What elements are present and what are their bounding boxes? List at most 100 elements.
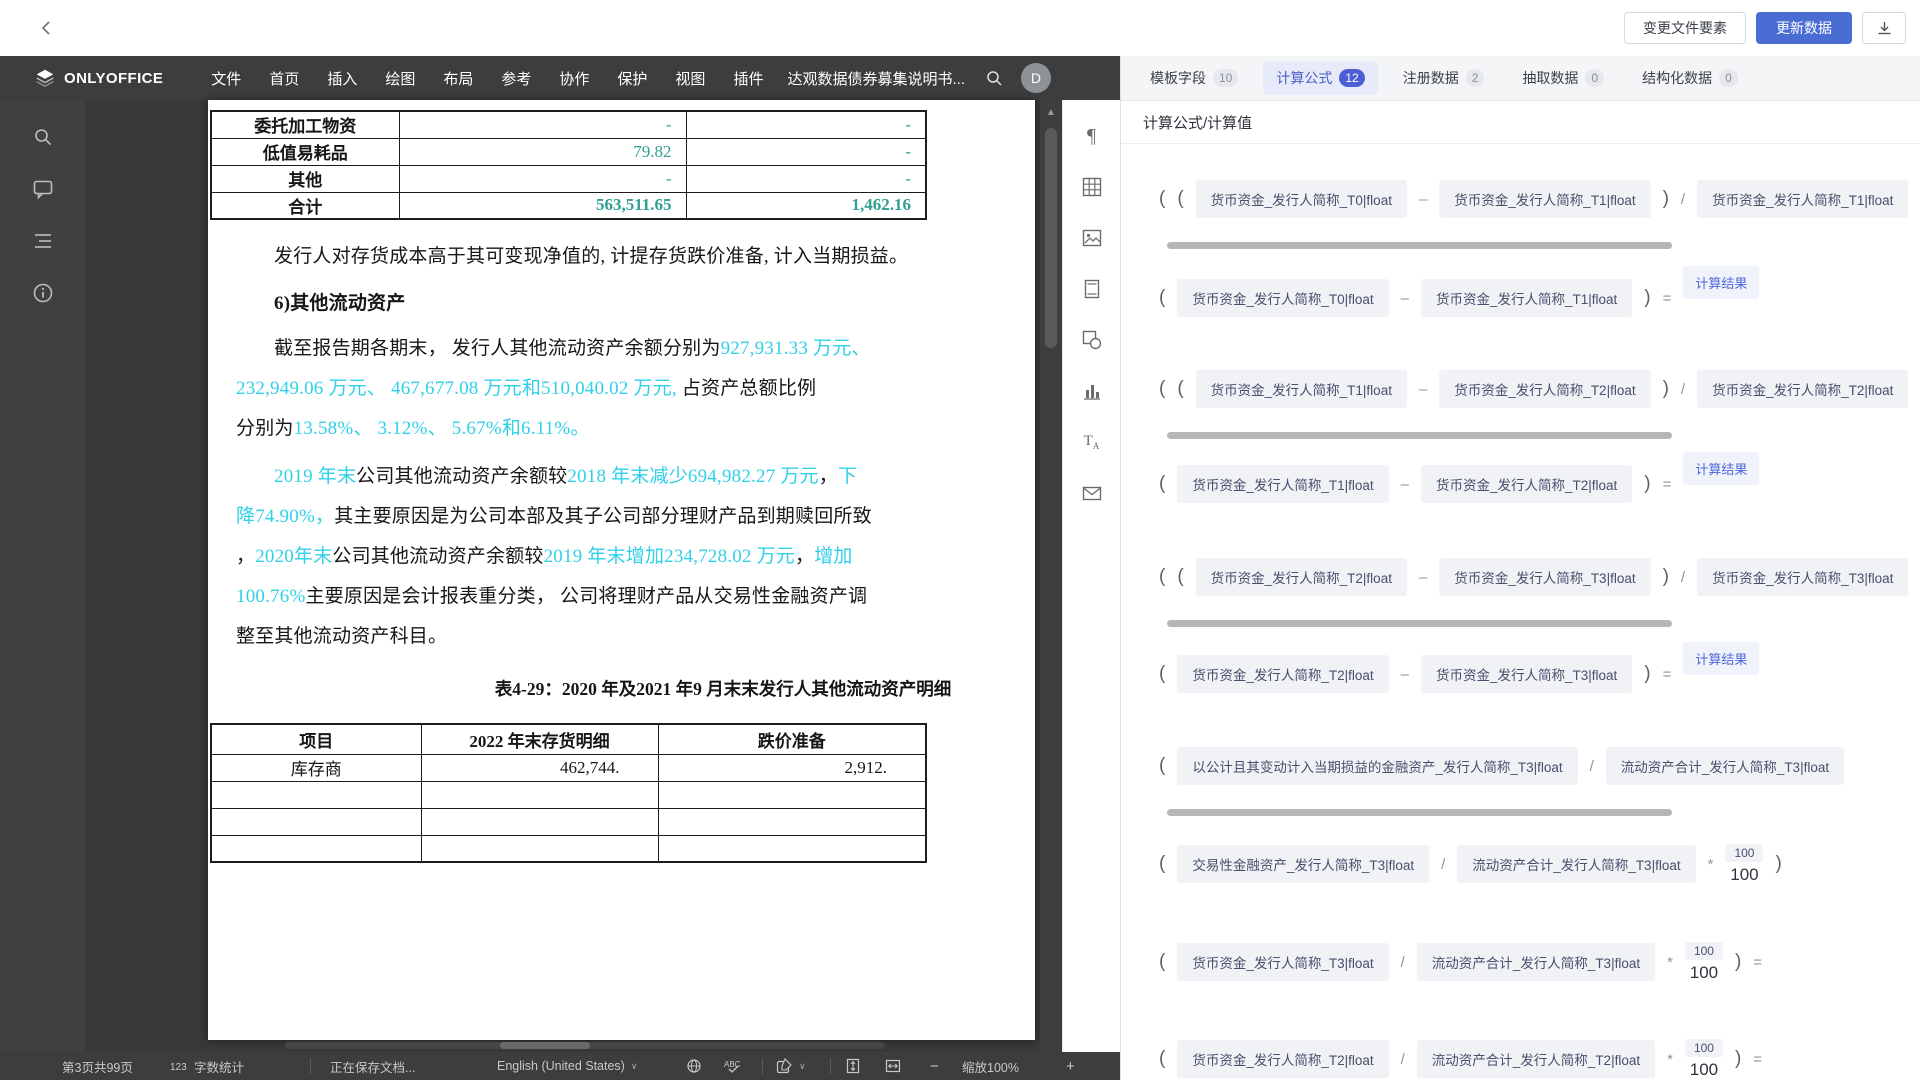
download-button[interactable]: [1862, 12, 1906, 44]
scroll-up-arrow-icon[interactable]: ▲: [1040, 102, 1062, 122]
horizontal-scrollbar-thumb[interactable]: [500, 1042, 590, 1049]
fraction-numerator-chip[interactable]: 100: [1685, 942, 1723, 960]
user-avatar[interactable]: D: [1021, 63, 1051, 93]
back-button[interactable]: [34, 15, 60, 41]
document-language-button[interactable]: [686, 1052, 702, 1080]
textart-settings-icon[interactable]: TA: [1080, 430, 1104, 454]
comments-icon[interactable]: [32, 178, 54, 200]
menu-tab[interactable]: 保护: [603, 56, 661, 100]
formula-field-chip[interactable]: 货币资金_发行人简称_T0|float: [1196, 180, 1407, 218]
document-title-tab[interactable]: 达观数据债券募集说明书...: [777, 56, 975, 100]
menu-tab[interactable]: 布局: [429, 56, 487, 100]
formula-field-chip[interactable]: 货币资金_发行人简称_T1|float: [1196, 370, 1407, 408]
formula-horizontal-scrollbar[interactable]: [1167, 242, 1672, 249]
mailmerge-settings-icon[interactable]: [1080, 481, 1104, 505]
panel-tab[interactable]: 结构化数据0: [1629, 61, 1751, 95]
track-changes-button[interactable]: ∨: [776, 1052, 806, 1080]
menu-tab[interactable]: 绘图: [371, 56, 429, 100]
formula-field-chip[interactable]: 货币资金_发行人简称_T3|float: [1439, 558, 1650, 596]
search-button[interactable]: [985, 69, 1003, 87]
vertical-scrollbar-thumb[interactable]: [1045, 128, 1057, 348]
table-cell: 2,912.: [658, 754, 926, 781]
navigation-icon[interactable]: [32, 230, 54, 252]
text-segment: ，: [236, 546, 255, 567]
panel-tab[interactable]: 计算公式12: [1263, 61, 1377, 95]
horizontal-scrollbar[interactable]: [285, 1042, 885, 1049]
formula-horizontal-scrollbar[interactable]: [1167, 620, 1672, 627]
table-row: 合计563,511.651,462.16: [211, 192, 926, 219]
formula-horizontal-scrollbar[interactable]: [1167, 809, 1672, 816]
panel-tab[interactable]: 模板字段10: [1137, 61, 1251, 95]
menu-tab[interactable]: 参考: [487, 56, 545, 100]
formula-field-chip[interactable]: 交易性金融资产_发行人简称_T3|float: [1177, 845, 1429, 883]
formula-field-chip[interactable]: 货币资金_发行人简称_T2|float: [1697, 370, 1908, 408]
change-doc-elements-button[interactable]: 变更文件要素: [1624, 12, 1746, 44]
text-segment: 13.58%、 3.12%、 5.67%和6.11%。: [294, 418, 590, 439]
panel-tab[interactable]: 抽取数据0: [1509, 61, 1617, 95]
menu-tab[interactable]: 视图: [661, 56, 719, 100]
text-segment: 降74.90%，: [236, 506, 334, 527]
spellcheck-button[interactable]: ABC: [724, 1052, 744, 1080]
formula-field-chip[interactable]: 流动资产合计_发行人简称_T3|float: [1417, 943, 1655, 981]
vertical-scrollbar[interactable]: ▲: [1040, 100, 1062, 1052]
formula-field-chip[interactable]: 货币资金_发行人简称_T3|float: [1697, 558, 1908, 596]
formula-field-chip[interactable]: 流动资产合计_发行人简称_T3|float: [1606, 747, 1844, 785]
menu-tab[interactable]: 协作: [545, 56, 603, 100]
menu-tab[interactable]: 插件: [719, 56, 777, 100]
page-number-indicator[interactable]: 第3页共99页: [62, 1052, 133, 1080]
formula-field-chip[interactable]: 货币资金_发行人简称_T1|float: [1177, 465, 1388, 503]
menu-tab[interactable]: 首页: [255, 56, 313, 100]
formula-result-chip[interactable]: 计算结果: [1683, 266, 1759, 299]
menu-tab[interactable]: 插入: [313, 56, 371, 100]
table-cell: [658, 781, 926, 808]
fit-page-button[interactable]: [845, 1052, 861, 1080]
language-selector[interactable]: English (United States)∨: [497, 1052, 637, 1080]
shape-settings-icon[interactable]: [1080, 328, 1104, 352]
text-segment: 发行人对存货成本高于其可变现净值的, 计提存货跌价准备, 计入当期损益。: [274, 246, 908, 267]
zoom-in-button[interactable]: +: [1066, 1052, 1075, 1080]
formula-field-chip[interactable]: 货币资金_发行人简称_T2|float: [1421, 465, 1632, 503]
about-icon[interactable]: [32, 282, 54, 304]
globe-icon: [686, 1058, 702, 1074]
formula-field-chip[interactable]: 货币资金_发行人简称_T3|float: [1421, 655, 1632, 693]
panel-tab[interactable]: 注册数据2: [1390, 61, 1498, 95]
formula-horizontal-scrollbar[interactable]: [1167, 432, 1672, 439]
formula-result-chip[interactable]: 计算结果: [1683, 642, 1759, 675]
formula-field-chip[interactable]: 货币资金_发行人简称_T0|float: [1177, 279, 1388, 317]
document-text-line: 截至报告期各期末， 发行人其他流动资产余额分别为927,931.33 万元、: [236, 329, 938, 369]
update-data-button[interactable]: 更新数据: [1756, 12, 1852, 44]
document-page[interactable]: 委托加工物资--低值易耗品79.82-其他--合计563,511.651,462…: [208, 100, 1035, 1040]
headerfooter-settings-icon[interactable]: [1080, 277, 1104, 301]
table-settings-icon[interactable]: [1080, 175, 1104, 199]
formula-field-chip[interactable]: 货币资金_发行人简称_T2|float: [1439, 370, 1650, 408]
formula-field-chip[interactable]: 流动资产合计_发行人简称_T3|float: [1457, 845, 1695, 883]
panel-tab-count-badge: 0: [1719, 69, 1738, 87]
formula-result-chip[interactable]: 计算结果: [1683, 452, 1759, 485]
formula-field-chip[interactable]: 货币资金_发行人简称_T1|float: [1421, 279, 1632, 317]
formula-field-chip[interactable]: 流动资产合计_发行人简称_T2|float: [1417, 1040, 1655, 1078]
formula-field-chip[interactable]: 货币资金_发行人简称_T2|float: [1196, 558, 1407, 596]
formula-field-chip[interactable]: 以公计且其变动计入当期损益的金融资产_发行人简称_T3|float: [1177, 747, 1577, 785]
search-icon[interactable]: [32, 126, 54, 148]
formula-operator: =: [1753, 954, 1762, 971]
zoom-level-indicator[interactable]: 缩放100%: [962, 1052, 1019, 1080]
formula-field-chip[interactable]: 货币资金_发行人简称_T2|float: [1177, 1040, 1388, 1078]
zoom-out-button[interactable]: −: [930, 1052, 939, 1080]
formula-field-chip[interactable]: 货币资金_发行人简称_T1|float: [1697, 180, 1908, 218]
chart-settings-icon[interactable]: [1080, 379, 1104, 403]
table-row: 库存商462,744.2,912.: [211, 754, 926, 781]
fraction-numerator-chip[interactable]: 100: [1725, 844, 1763, 862]
formula-field-chip[interactable]: 货币资金_发行人简称_T3|float: [1177, 943, 1388, 981]
formula-field-chip[interactable]: 货币资金_发行人简称_T2|float: [1177, 655, 1388, 693]
paragraph-settings-icon[interactable]: ¶: [1080, 124, 1104, 148]
table-header-cell: 2022 年末存货明细: [421, 724, 658, 754]
formula-operator: *: [1667, 1051, 1673, 1068]
word-count-button[interactable]: 123 字数统计: [170, 1052, 244, 1080]
formula-field-chip[interactable]: 货币资金_发行人简称_T1|float: [1439, 180, 1650, 218]
fit-width-button[interactable]: [885, 1052, 901, 1080]
image-settings-icon[interactable]: [1080, 226, 1104, 250]
text-segment: ，: [795, 546, 814, 567]
menu-tab[interactable]: 文件: [197, 56, 255, 100]
fraction-numerator-chip[interactable]: 100: [1685, 1039, 1723, 1057]
formula-operator: –: [1419, 569, 1427, 586]
